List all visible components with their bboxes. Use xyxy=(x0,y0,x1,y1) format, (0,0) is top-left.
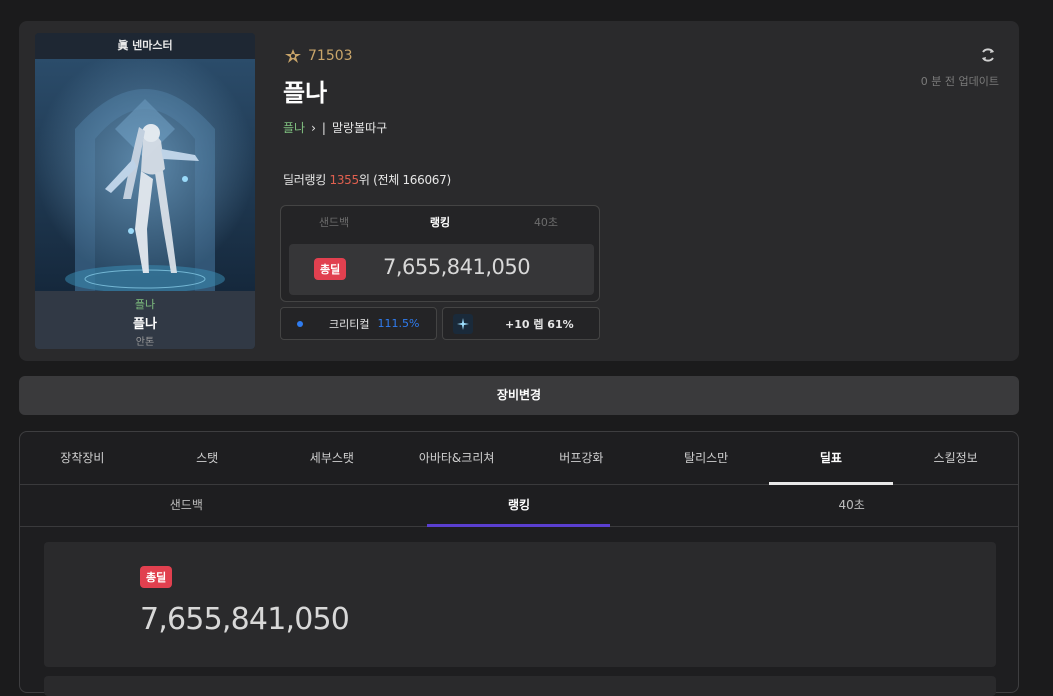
tab-talisman[interactable]: 탈리스만 xyxy=(644,432,769,484)
total-damage-box: 총딜 7,655,841,050 xyxy=(44,542,996,667)
server-name: 안톤 xyxy=(135,337,155,348)
sub-tabs: 샌드백 랭킹 40초 xyxy=(20,485,1018,527)
critical-pill: 크리티컬 111.5% xyxy=(280,307,437,340)
tab-damage-table[interactable]: 딜표 xyxy=(768,432,894,485)
dealer-ranking: 딜러랭킹 1355위 (전체 166067) xyxy=(283,171,451,188)
tab-equipment[interactable]: 장착장비 xyxy=(20,432,145,484)
total-badge: 총딜 xyxy=(140,566,173,588)
fame-icon xyxy=(285,49,301,63)
subtab-40s[interactable]: 40초 xyxy=(685,485,1018,526)
tab-avatar-creature[interactable]: 아바타&크리쳐 xyxy=(394,432,519,484)
damage-summary-card: 샌드백 랭킹 40초 총딜 7,655,841,050 xyxy=(280,205,600,302)
character-sub-info: 플나 › | 말랑볼따구 xyxy=(283,119,387,136)
character-name: 플나 xyxy=(283,79,328,107)
subtab-ranking[interactable]: 랭킹 xyxy=(353,485,686,527)
class-name: 眞 넨마스터 xyxy=(35,33,255,60)
rank-prefix: 딜러랭킹 xyxy=(283,173,330,187)
tab-detailed-stats[interactable]: 세부스탯 xyxy=(270,432,395,484)
adventure-name: 말랑볼따구 xyxy=(331,121,388,135)
refine-pill: +10 렙 61% xyxy=(442,307,600,340)
portrait-character-name: 플나 xyxy=(133,317,157,332)
tab-ranking[interactable]: 랭킹 xyxy=(387,206,493,240)
subtab-sandbag[interactable]: 샌드백 xyxy=(20,485,353,526)
critical-value: 111.5% xyxy=(377,317,420,330)
rank-value: 1355 xyxy=(329,173,359,187)
fame: 71503 xyxy=(284,48,353,64)
main-tabs: 장착장비 스탯 세부스탯 아바타&크리쳐 버프강화 탈리스만 딜표 스킬정보 xyxy=(20,432,1018,485)
chevron-right-icon: › xyxy=(311,120,316,135)
character-illustration xyxy=(35,59,255,291)
total-damage-value: 7,655,841,050 xyxy=(383,255,531,279)
critical-label: 크리티컬 xyxy=(329,317,370,331)
guild-name: 플나 xyxy=(134,298,156,311)
character-card: 眞 넨마스터 플나 플나 안톤 71503 플나 플나 › | 말랑볼따구 딜러… xyxy=(19,21,1019,361)
next-section xyxy=(44,676,996,696)
tab-40s[interactable]: 40초 xyxy=(493,206,599,240)
total-damage-badge: 총딜 xyxy=(314,258,347,280)
refine-label: +10 렙 61% xyxy=(505,317,574,331)
tab-skill-info[interactable]: 스킬정보 xyxy=(893,432,1018,484)
advancement-link[interactable]: 플나 xyxy=(283,119,305,136)
change-equipment-button[interactable]: 장비변경 xyxy=(19,376,1019,415)
fame-value: 71503 xyxy=(308,48,353,64)
updated-text: 분 전 업데이트 xyxy=(927,75,999,88)
refine-icon xyxy=(453,313,473,334)
total-value: 7,655,841,050 xyxy=(140,602,350,637)
damage-mode-tabs: 샌드백 랭킹 40초 xyxy=(281,206,599,240)
critical-dot-icon xyxy=(297,320,303,327)
rank-suffix: 위 (전체 166067) xyxy=(358,173,451,187)
detail-panel: 장착장비 스탯 세부스탯 아바타&크리쳐 버프강화 탈리스만 딜표 스킬정보 샌… xyxy=(19,431,1019,696)
last-updated: 0 분 전 업데이트 xyxy=(921,73,999,89)
divider: | xyxy=(321,120,326,135)
damage-value-panel: 총딜 7,655,841,050 xyxy=(289,244,594,295)
character-portrait: 眞 넨마스터 플나 플나 안톤 xyxy=(35,33,255,349)
updated-minutes: 0 xyxy=(920,75,928,88)
refresh-icon[interactable] xyxy=(977,44,999,66)
tab-sandbag[interactable]: 샌드백 xyxy=(281,206,387,240)
portrait-footer: 플나 플나 안톤 xyxy=(35,291,255,349)
tab-stats[interactable]: 스탯 xyxy=(145,432,270,484)
tab-buff-enhance[interactable]: 버프강화 xyxy=(519,432,644,484)
